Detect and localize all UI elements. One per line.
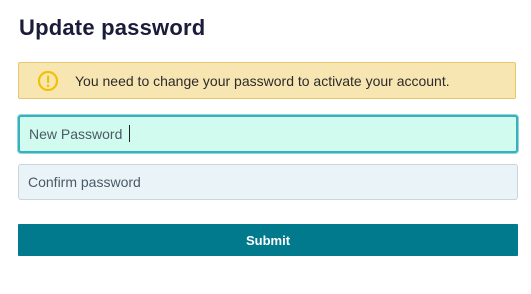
warning-alert: You need to change your password to acti…	[18, 62, 516, 99]
submit-button[interactable]: Submit	[18, 224, 518, 256]
warning-circle-icon	[37, 70, 59, 91]
confirm-password-input[interactable]	[18, 164, 518, 200]
page-title: Update password	[19, 15, 206, 40]
text-cursor	[129, 125, 130, 142]
alert-message: You need to change your password to acti…	[75, 72, 450, 89]
new-password-input[interactable]	[18, 115, 518, 153]
update-password-page: Update password You need to change your …	[0, 0, 531, 294]
